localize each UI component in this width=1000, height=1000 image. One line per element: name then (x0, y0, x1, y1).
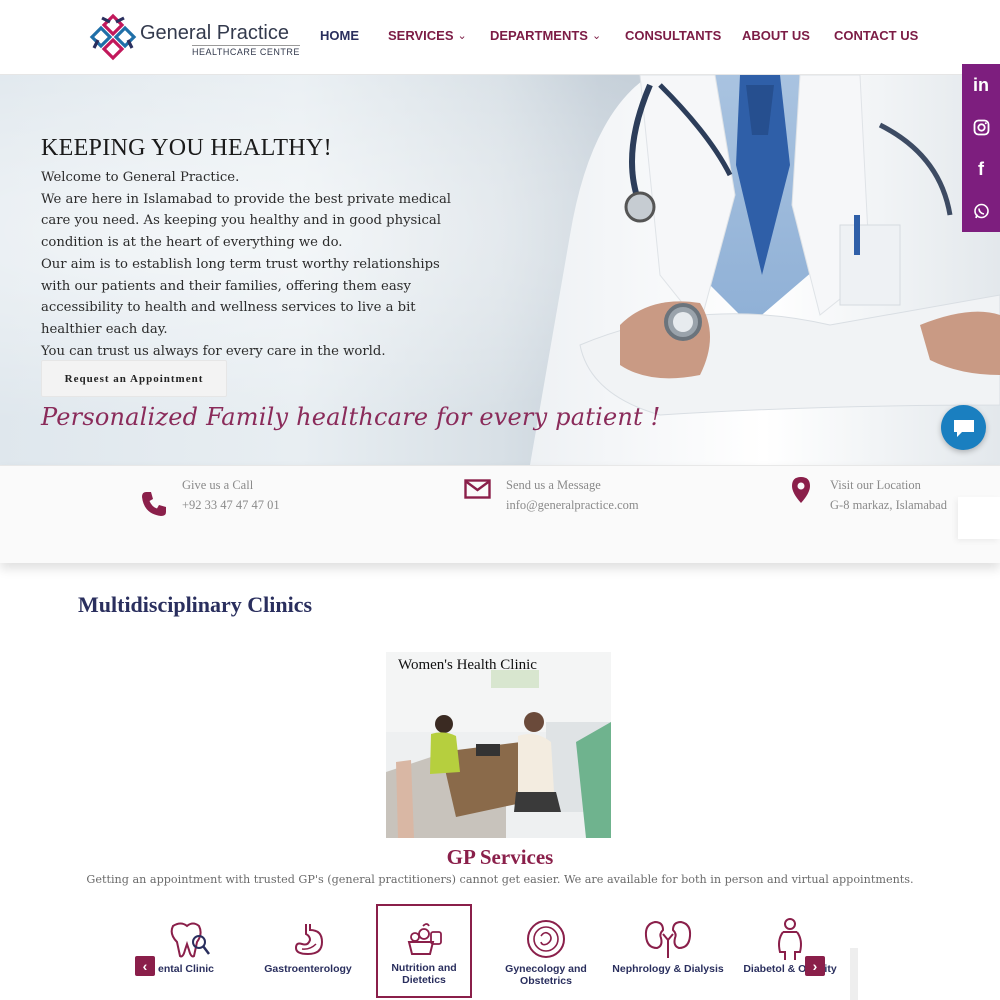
carousel-item-label: Gynecology and Obstetrics (505, 963, 587, 987)
clinic-carousel: ental Clinic Gastroenterology Nutrition … (130, 900, 860, 1000)
nav-consultants-label: CONSULTANTS (625, 28, 722, 43)
gp-services-title: GP Services (446, 845, 554, 869)
nav-contact-us[interactable]: CONTACT US (834, 28, 918, 43)
clinic-card-title: Women's Health Clinic (398, 657, 537, 673)
carousel-item-nutrition[interactable]: Nutrition and Dietetics (376, 904, 472, 998)
hero-banner: KEEPING YOU HEALTHY! Welcome to General … (0, 75, 1000, 465)
hero-paragraph: Welcome to General Practice. (41, 170, 240, 185)
whatsapp-icon[interactable] (962, 190, 1000, 232)
contact-location-value: G-8 markaz, Islamabad (830, 498, 947, 512)
contact-call-value: +92 33 47 47 47 01 (182, 498, 280, 512)
instagram-glyph (973, 119, 989, 135)
contact-strip: Give us a Call +92 33 47 47 47 01 Send u… (0, 465, 1000, 563)
envelope-icon (464, 479, 491, 499)
main-nav: HOME SERVICES ⌄ DEPARTMENTS ⌄ CONSULTANTS … (0, 28, 1000, 48)
carousel-item-diabetology[interactable]: Diabetol & Obesity (734, 904, 846, 998)
chat-bubble-icon (953, 419, 974, 437)
facebook-icon[interactable]: f (962, 148, 1000, 190)
hero-paragraph: Our aim is to establish long term trust … (41, 256, 440, 337)
nav-services[interactable]: SERVICES ⌄ (388, 28, 467, 43)
carousel-item-label: Nephrology & Dialysis (612, 963, 724, 975)
phone-icon (142, 492, 166, 516)
nav-home[interactable]: HOME (320, 28, 359, 43)
whatsapp-glyph (973, 203, 989, 218)
stomach-icon (294, 924, 324, 956)
request-appointment-button[interactable]: Request an Appointment (41, 360, 227, 397)
facebook-glyph: f (978, 158, 984, 179)
contact-message-label: Send us a Message (506, 478, 601, 492)
nav-contact-label: CONTACT US (834, 28, 919, 43)
nav-departments-label: DEPARTMENTS (490, 28, 588, 43)
carousel-item-label: Gastroenterology (264, 963, 352, 975)
hero-tagline: Personalized Family healthcare for every… (41, 403, 661, 431)
nav-departments[interactable]: DEPARTMENTS ⌄ (490, 28, 601, 43)
chevron-down-icon: ⌄ (457, 30, 467, 42)
womb-icon (527, 920, 565, 958)
carousel-item-gynecology[interactable]: Gynecology and Obstetrics (490, 904, 602, 998)
carousel-edge (850, 948, 858, 1000)
nav-services-label: SERVICES (388, 28, 454, 43)
carousel-item-nephrology[interactable]: Nephrology & Dialysis (612, 904, 724, 998)
clinics-section-title: Multidisciplinary Clinics (78, 592, 313, 617)
nav-home-label: HOME (320, 28, 359, 43)
social-bar: in f (962, 64, 1000, 232)
clinic-card-womens-health[interactable]: Women's Health Clinic (386, 652, 611, 838)
hero-intro: Welcome to General Practice. We are here… (41, 167, 461, 362)
nav-about-label: ABOUT US (742, 28, 810, 43)
linkedin-glyph: in (973, 74, 989, 95)
kidney-icon (644, 920, 692, 958)
chat-button[interactable] (941, 405, 986, 450)
hero-title: KEEPING YOU HEALTHY! (41, 135, 332, 161)
instagram-icon[interactable] (962, 106, 1000, 148)
carousel-next-button[interactable]: › (805, 956, 825, 976)
gp-services-description: Getting an appointment with trusted GP's… (86, 873, 914, 886)
body-icon (778, 918, 802, 960)
nutrition-icon (407, 923, 442, 955)
map-pin-icon (792, 477, 810, 503)
clinic-photo (386, 652, 611, 838)
carousel-item-dental[interactable]: ental Clinic (130, 904, 242, 998)
contact-location-label: Visit our Location (830, 478, 921, 492)
chevron-down-icon: ⌄ (591, 30, 602, 42)
carousel-prev-button[interactable]: ‹ (135, 956, 155, 976)
tooth-icon (170, 922, 210, 958)
hero-paragraph: We are here in Islamabad to provide the … (41, 191, 452, 251)
site-header: General Practice HEALTHCARE CENTRE HOME … (0, 0, 1000, 75)
contact-message-value: info@generalpractice.com (506, 498, 639, 512)
linkedin-icon[interactable]: in (962, 64, 1000, 106)
nav-consultants[interactable]: CONSULTANTS (625, 28, 721, 43)
carousel-item-gastroenterology[interactable]: Gastroenterology (252, 904, 364, 998)
carousel-item-label: Diabetol & Obesity (743, 963, 837, 975)
side-tab[interactable] (958, 497, 1000, 539)
contact-call-label: Give us a Call (182, 478, 254, 492)
carousel-item-label: Nutrition and Dietetics (391, 962, 457, 986)
nav-about-us[interactable]: ABOUT US (742, 28, 810, 43)
